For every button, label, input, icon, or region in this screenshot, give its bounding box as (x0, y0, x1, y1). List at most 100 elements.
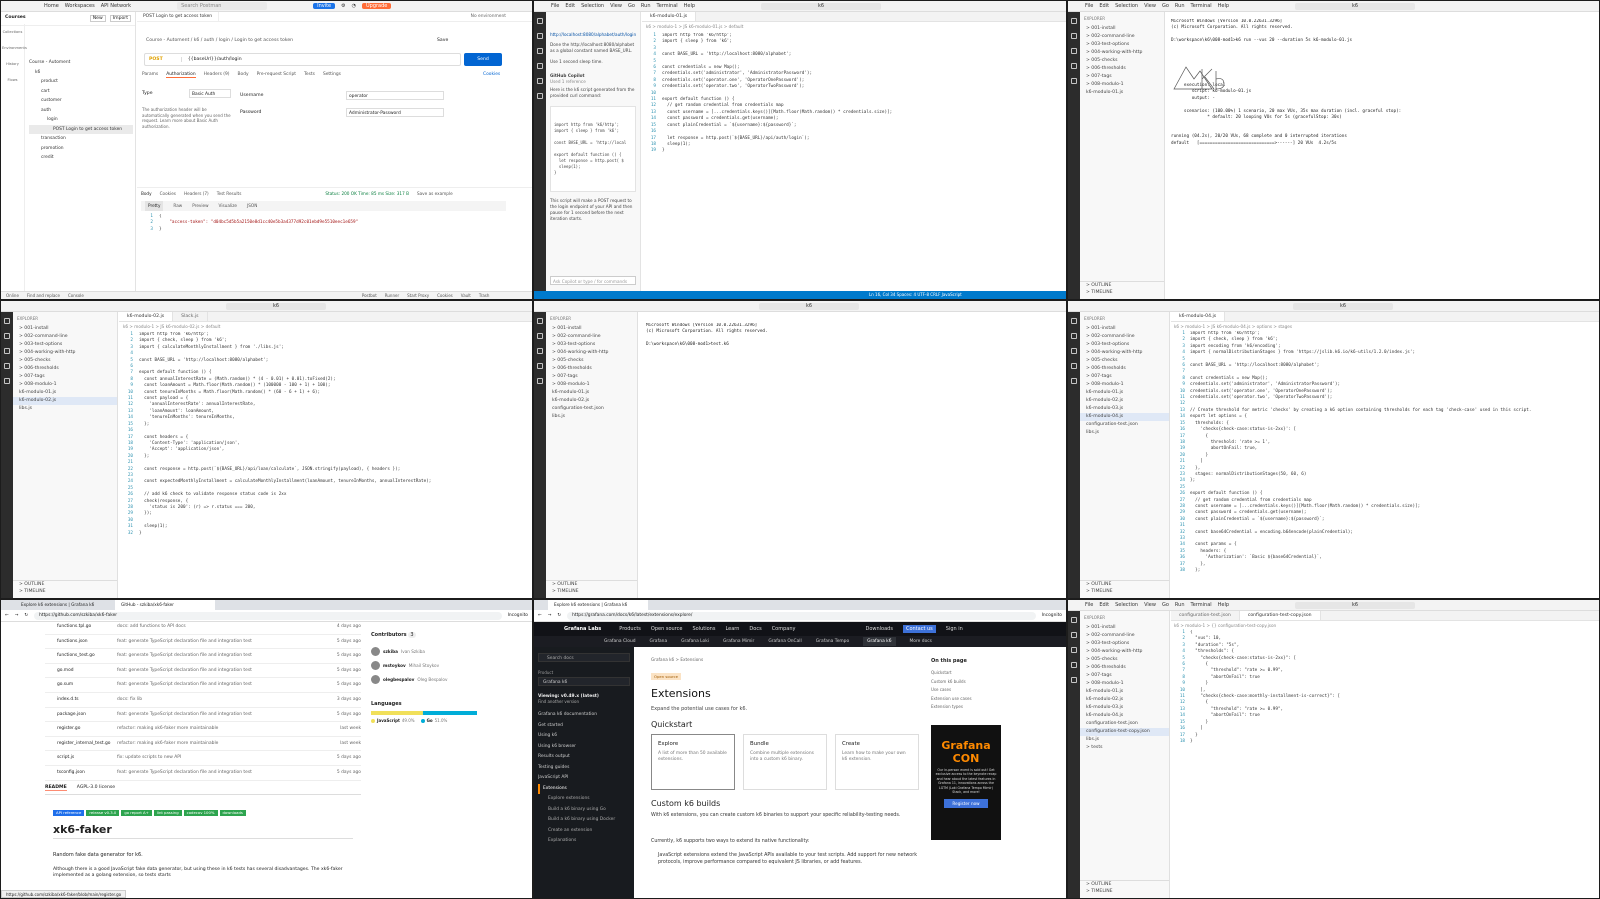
editor-tab[interactable]: k6-modulo-02.js (119, 312, 174, 321)
menu-help[interactable]: Help (1218, 3, 1229, 9)
explorer-item[interactable]: k6-modulo-03.js (1080, 704, 1169, 712)
explorer-item[interactable]: > 007-tags (13, 373, 117, 381)
file-name[interactable]: go.sum (45, 678, 117, 692)
tab-settings[interactable]: Settings (323, 72, 341, 78)
explorer-item[interactable]: k6-modulo-02.js (546, 397, 637, 405)
environments-icon[interactable]: Environments (1, 40, 27, 56)
subnav-item[interactable]: Grafana Loki (681, 639, 709, 644)
menu-go[interactable]: Go (628, 3, 635, 9)
explorer-item[interactable]: > 001-install (13, 325, 117, 333)
product-select[interactable]: Grafana k6 (538, 677, 630, 686)
subnav-item[interactable]: Grafana (650, 639, 668, 644)
back-icon[interactable]: ← (5, 613, 9, 618)
explorer-item[interactable]: k6-modulo-02.js (1080, 397, 1169, 405)
tree-item[interactable]: login (29, 115, 133, 125)
docs-search-input[interactable]: Search docs (538, 653, 630, 662)
username-input[interactable]: operator (346, 91, 444, 100)
explorer-item[interactable]: k6-modulo-01.js (13, 389, 117, 397)
tree-item[interactable]: promotion (29, 144, 133, 154)
sidebar-nav-item[interactable]: JavaScript API (538, 773, 630, 784)
status-console[interactable]: Console (68, 292, 84, 299)
explorer-item[interactable]: > 006-thresholds (1080, 664, 1169, 672)
explorer-item[interactable]: > 006-thresholds (13, 365, 117, 373)
outline-section[interactable]: > OUTLINE (1080, 281, 1164, 289)
file-row[interactable]: go.mod feat: generate TypeScript declarat… (45, 664, 361, 679)
outline-section[interactable]: > OUTLINE (13, 580, 117, 588)
source-control-icon[interactable] (1071, 48, 1077, 54)
downloads-link[interactable]: Downloads (865, 626, 892, 632)
explorer-item[interactable]: configuration-test.json (1080, 421, 1169, 429)
sidebar-nav-item[interactable]: Explore extensions (538, 794, 630, 805)
toc-item[interactable]: Extension types (931, 703, 972, 712)
menu-edit[interactable]: Edit (1099, 602, 1109, 608)
readme-badge[interactable]: codecov 100% (183, 810, 218, 816)
files-icon[interactable] (4, 318, 10, 324)
menu-help[interactable]: Help (684, 3, 695, 9)
menu-selection[interactable]: Selection (1115, 602, 1138, 608)
license-tab[interactable]: AGPL-3.0 license (77, 785, 115, 791)
files-icon[interactable] (1071, 617, 1077, 623)
explorer-item[interactable]: > 005-checks (1080, 357, 1169, 365)
nav-company[interactable]: Company (772, 626, 796, 632)
file-name[interactable]: functions.tpl.go (45, 620, 117, 634)
timeline-section[interactable]: > TIMELINE (13, 588, 117, 596)
explorer-item[interactable]: > 006-thresholds (546, 365, 637, 373)
history-icon[interactable]: History (1, 56, 24, 72)
register-now-button[interactable]: Register now (944, 799, 988, 809)
timeline-section[interactable]: > TIMELINE (1080, 289, 1164, 297)
explorer-item[interactable]: libs.js (1080, 429, 1169, 437)
files-icon[interactable] (537, 318, 543, 324)
code-editor[interactable]: import http from 'k6/http'; import { chec… (139, 332, 528, 537)
password-input[interactable]: Administrator-Password (346, 108, 444, 117)
quickstart-card[interactable]: Bundle Combine multiple extensions into a… (743, 734, 827, 790)
tree-item[interactable]: product (29, 77, 133, 87)
file-row[interactable]: go.sum feat: generate TypeScript declarat… (45, 678, 361, 693)
menu-selection[interactable]: Selection (581, 3, 604, 9)
save-example-button[interactable]: Save as example (417, 191, 453, 196)
quickstart-card[interactable]: Explore A list of more than 50 available … (651, 734, 735, 790)
explorer-item[interactable]: > 008-modulo-1 (546, 381, 637, 389)
address-bar[interactable]: https://github.com/szkiba/xk6-faker (34, 611, 502, 620)
explorer-item[interactable]: > 004-working-with-http (13, 349, 117, 357)
forward-icon[interactable]: → (15, 613, 19, 618)
extensions-icon[interactable] (1071, 78, 1077, 84)
incognito-badge[interactable]: Incognito (508, 613, 528, 618)
nav-learn[interactable]: Learn (725, 626, 739, 632)
subnav-item[interactable]: More docs (910, 639, 932, 644)
commit-message[interactable]: docs: add functions to API docs (117, 620, 327, 634)
files-icon[interactable] (1071, 18, 1077, 24)
chat-reference[interactable]: Used 1 reference (550, 79, 636, 85)
explorer-item[interactable]: > 002-command-line (1080, 33, 1164, 41)
readme-badge[interactable]: go report A+ (121, 810, 152, 816)
code-editor[interactable]: import http from 'k6/http'; import { chec… (1190, 331, 1595, 574)
toc-item[interactable]: Use cases (931, 686, 972, 695)
resp-tab-cookies[interactable]: Cookies (160, 191, 176, 196)
status-runner[interactable]: Runner (385, 292, 399, 299)
timeline-section[interactable]: > TIMELINE (546, 588, 637, 596)
search-icon[interactable] (1071, 33, 1077, 39)
home-link[interactable]: Home (44, 3, 59, 9)
subnav-item[interactable]: Grafana Cloud (604, 639, 636, 644)
commit-message[interactable]: feat: generate TypeScript declaration fi… (117, 766, 327, 780)
status-proxy[interactable]: Start Proxy (407, 292, 429, 299)
resp-tab-body[interactable]: Body (141, 191, 152, 196)
nav-products[interactable]: Products (619, 626, 641, 632)
file-row[interactable]: register.go refactor: making xk6-faker mo… (45, 722, 361, 737)
extensions-icon[interactable] (1071, 677, 1077, 683)
explorer-item[interactable]: > 002-command-line (1080, 632, 1169, 640)
readme-badge[interactable]: downloads (219, 810, 246, 816)
contributor[interactable]: szkiba Ivan Szkiba (371, 644, 447, 658)
source-control-icon[interactable] (537, 348, 543, 354)
language-item[interactable]: Go 51.0% (420, 718, 447, 723)
file-name[interactable]: register.go (45, 722, 117, 736)
sidebar-nav-item[interactable]: Build a k6 binary using Go (538, 805, 630, 816)
command-center[interactable]: k6 (1293, 302, 1393, 310)
file-name[interactable]: register_internal_test.go (45, 737, 117, 751)
explorer-item[interactable]: > 005-checks (1080, 57, 1164, 65)
editor-tab[interactable]: configuration-test.json (1171, 611, 1240, 620)
subnav-item[interactable]: Grafana Tempo (816, 639, 849, 644)
new-button[interactable]: New (89, 15, 106, 22)
explorer-item[interactable]: > 004-working-with-http (546, 349, 637, 357)
explorer-item[interactable]: > 003-test-options (1080, 341, 1169, 349)
tab-prerequest[interactable]: Pre-request Script (257, 72, 296, 78)
